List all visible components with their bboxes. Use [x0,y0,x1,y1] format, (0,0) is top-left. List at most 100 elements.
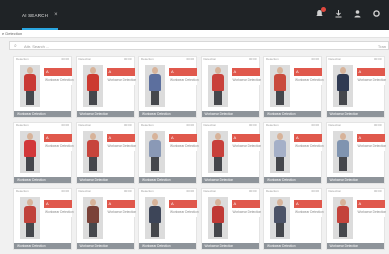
person-snapshot[interactable] [145,65,165,107]
person-snapshot[interactable] [207,131,228,173]
person-figure [274,67,286,107]
alert-card[interactable]: A Workwear Detection [44,68,74,85]
detection-card[interactable]: Detection 00:00 A Workwear Detection Workwea… [138,188,199,250]
detection-card[interactable]: Detection 00:00 A Workwear Detection Workwea… [263,56,324,118]
alert-card-text: Workwear Detection [357,78,387,82]
close-icon[interactable]: × [54,12,58,18]
alert-card[interactable]: A Workwear Detection [106,68,136,85]
search-right-label: Tran [377,43,386,49]
person-legs [88,157,97,171]
detection-card[interactable]: Detection 00:00 A Workwear Detection Workwea… [200,122,261,184]
alert-card[interactable]: A Workwear Detection [294,134,324,151]
person-torso [24,74,36,91]
alert-card[interactable]: A Workwear Detection [294,200,324,217]
search-bar[interactable]: ⌕ Attr. Search ... Tran [9,41,389,50]
detection-card[interactable]: Detection 00:00 A Workwear Detection Workwea… [75,56,136,118]
detection-card[interactable]: Detection 00:00 A Workwear Detection Workwea… [13,56,74,118]
person-snapshot[interactable] [20,65,40,107]
alert-card-bar: A [356,134,385,142]
detection-card[interactable]: Detection 00:00 A Workwear Detection Workwea… [13,122,74,184]
alert-card[interactable]: A Workwear Detection [44,134,74,151]
person-torso [274,140,286,157]
person-snapshot[interactable] [332,65,353,107]
alert-card-text: Workwear Detection [232,78,262,82]
person-torso [211,140,224,157]
person-snapshot[interactable] [270,131,290,173]
person-snapshot[interactable] [270,65,290,107]
search-input[interactable]: Attr. Search ... [24,44,49,49]
gear-icon[interactable] [372,9,381,18]
alert-card[interactable]: A Workwear Detection [356,68,387,85]
alert-card[interactable]: A Workwear Detection [294,68,324,85]
person-snapshot[interactable] [82,65,103,107]
alert-card-text: Workwear Detection [45,78,74,82]
alert-card[interactable]: A Workwear Detection [106,134,136,151]
card-header-label: Detection [141,189,154,193]
tab-ai-search[interactable]: AI SEARCH × [22,9,58,21]
card-footer: Workwear Detection [201,111,259,117]
person-figure [86,199,99,239]
card-header: Detection 00:00 [202,57,259,62]
alert-card[interactable]: A Workwear Detection [169,134,199,151]
person-legs [26,91,34,105]
alert-card[interactable]: A Workwear Detection [169,68,199,85]
person-snapshot[interactable] [332,197,353,239]
card-header: Detection 00:00 [14,57,71,62]
user-icon[interactable] [353,9,362,18]
detection-card[interactable]: Detection 00:00 A Workwear Detection Workwea… [263,122,324,184]
alert-card-bar: A [106,200,135,208]
card-header-label: Detection [78,189,92,193]
card-footer: Workwear Detection [139,177,196,183]
alert-glyph: A [296,135,299,140]
person-snapshot[interactable] [332,131,353,173]
alert-card[interactable]: A Workwear Detection [231,68,262,85]
alert-card-bar: A [169,68,197,76]
person-figure [86,67,99,107]
detection-card[interactable]: Detection 00:00 A Workwear Detection Workwea… [138,122,199,184]
person-snapshot[interactable] [82,131,103,173]
detection-card[interactable]: Detection 00:00 A Workwear Detection Workwea… [200,56,262,118]
alert-card[interactable]: A Workwear Detection [44,200,74,217]
person-snapshot[interactable] [270,197,290,239]
card-header-label: Detection [141,57,154,61]
alert-card-bar: A [294,200,322,208]
person-head [277,199,283,206]
detection-card[interactable]: Detection 00:00 A Workwear Detection Workwea… [75,122,136,184]
alert-card[interactable]: A Workwear Detection [231,134,261,151]
alert-card[interactable]: A Workwear Detection [356,200,386,217]
detection-card[interactable]: Detection 00:00 A Workwear Detection Workwea… [325,122,386,184]
detection-card[interactable]: Detection 00:00 A Workwear Detection Workwea… [200,188,261,250]
detection-card[interactable]: Detection 00:00 A Workwear Detection Workwea… [75,188,136,250]
download-icon[interactable] [334,9,343,18]
detection-card[interactable]: Detection 00:00 A Workwear Detection Workwea… [13,188,74,250]
person-snapshot[interactable] [20,131,40,173]
alert-card[interactable]: A Workwear Detection [231,200,261,217]
person-snapshot[interactable] [145,197,165,239]
person-legs [276,91,284,105]
detection-card[interactable]: Detection 00:00 A Workwear Detection Workwea… [263,188,324,250]
person-snapshot[interactable] [145,131,165,173]
card-timestamp: 00:00 [186,57,194,61]
person-figure [211,133,224,173]
person-snapshot[interactable] [207,197,228,239]
person-legs [338,91,347,105]
person-torso [211,74,224,91]
alert-card[interactable]: A Workwear Detection [169,200,199,217]
card-timestamp: 00:00 [186,123,194,127]
toolbar-icons [315,7,381,18]
alert-card-bar: A [169,200,197,208]
bell-icon[interactable] [315,7,326,18]
person-legs [338,223,347,237]
person-snapshot[interactable] [82,197,103,239]
alert-card[interactable]: A Workwear Detection [106,200,136,217]
alert-card[interactable]: A Workwear Detection [356,134,386,151]
card-header: Detection 00:00 [264,123,321,128]
detection-card[interactable]: Detection 00:00 A Workwear Detection Workwea… [325,56,387,118]
alert-card-bar: A [231,68,260,76]
person-snapshot[interactable] [207,65,228,107]
detection-card[interactable]: Detection 00:00 A Workwear Detection Workwea… [325,188,386,250]
card-header-label: Detection [16,123,29,127]
person-torso [86,140,99,157]
person-snapshot[interactable] [20,197,40,239]
detection-card[interactable]: Detection 00:00 A Workwear Detection Workwea… [138,56,199,118]
